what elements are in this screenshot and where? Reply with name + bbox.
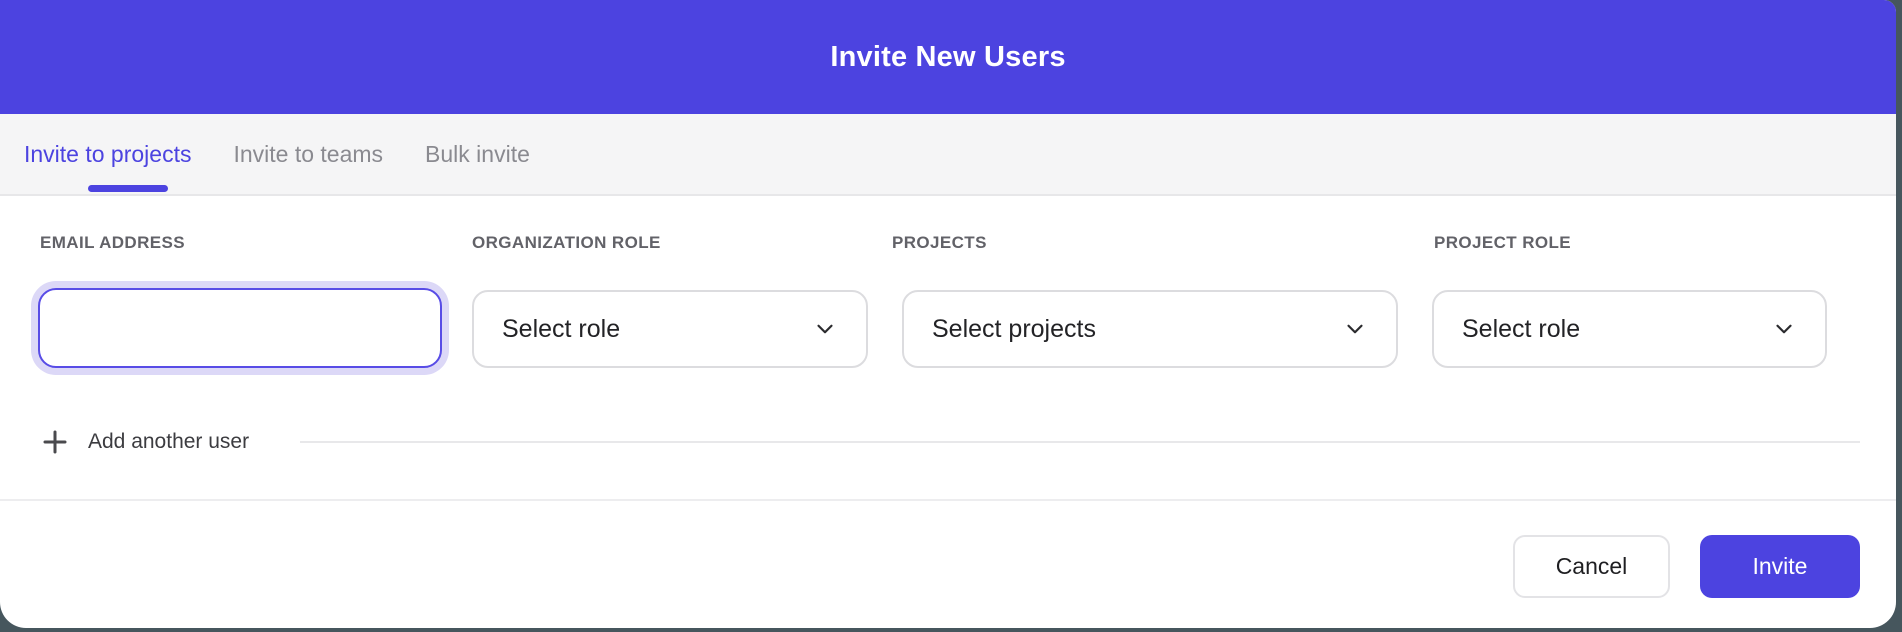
email-address-input[interactable] [38,288,442,368]
organization-role-label: ORGANIZATION ROLE [472,233,661,253]
footer-divider [0,499,1896,501]
tab-bar: Invite to projects Invite to teams Bulk … [0,114,1896,196]
tab-bulk-invite[interactable]: Bulk invite [425,141,530,168]
chevron-down-icon [1342,316,1368,342]
active-tab-indicator [88,185,168,192]
dialog-title: Invite New Users [830,41,1065,74]
add-user-divider [300,441,1860,443]
invite-button[interactable]: Invite [1700,535,1860,598]
plus-icon [40,427,70,457]
tab-invite-to-projects[interactable]: Invite to projects [24,141,191,168]
add-another-user-button[interactable]: Add another user [40,418,249,466]
projects-select[interactable]: Select projects [902,290,1398,368]
project-role-label: PROJECT ROLE [1434,233,1571,253]
invite-new-users-dialog: Invite New Users Invite to projects Invi… [0,0,1896,628]
chevron-down-icon [1771,316,1797,342]
chevron-down-icon [812,316,838,342]
tab-invite-to-teams[interactable]: Invite to teams [233,141,383,168]
cancel-button[interactable]: Cancel [1513,535,1670,598]
dialog-header: Invite New Users [0,0,1896,114]
backdrop: Invite New Users Invite to projects Invi… [0,0,1902,632]
project-role-value: Select role [1462,315,1580,344]
organization-role-select[interactable]: Select role [472,290,868,368]
projects-label: PROJECTS [892,233,987,253]
add-another-user-label: Add another user [88,430,249,454]
email-address-label: EMAIL ADDRESS [40,233,185,253]
projects-value: Select projects [932,315,1096,344]
project-role-select[interactable]: Select role [1432,290,1827,368]
organization-role-value: Select role [502,315,620,344]
